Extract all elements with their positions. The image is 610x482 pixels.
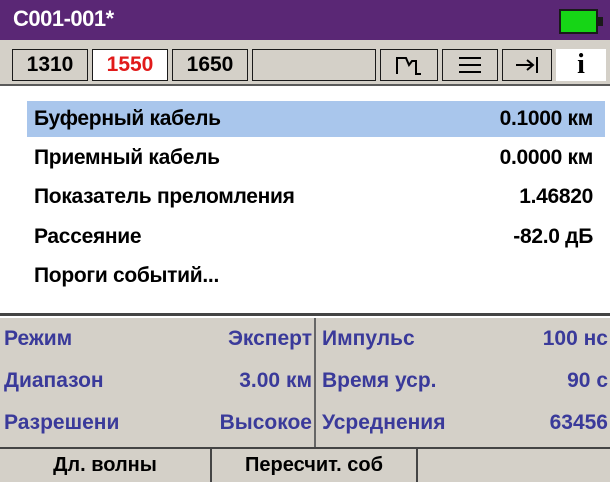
param-row-refraction-index[interactable]: Показатель преломления 1.46820 — [27, 179, 605, 215]
param-value: 0.1000 км — [499, 107, 594, 130]
info-left-column: Режим Эксперт Диапазон 3.00 км Разрешени… — [0, 318, 316, 447]
softkey-bar: Дл. волны Пересчит. соб — [0, 447, 610, 482]
tab-label: 1310 — [26, 53, 74, 76]
softkey-label: Дл. волны — [53, 454, 157, 476]
info-right-column: Импульс 100 нс Время уср. 90 с Усреднени… — [318, 318, 610, 447]
param-label: Показатель преломления — [34, 185, 295, 208]
param-row-receive-cable[interactable]: Приемный кабель 0.0000 км — [27, 140, 605, 176]
tab-1310[interactable]: 1310 — [12, 49, 88, 81]
info-row-pulse: Импульс 100 нс — [322, 321, 608, 357]
param-row-backscatter[interactable]: Рассеяние -82.0 дБ — [27, 219, 605, 255]
info-value: Эксперт — [227, 327, 312, 350]
menu-button[interactable] — [442, 49, 498, 81]
arrow-to-bar-icon — [516, 57, 538, 73]
softkey-wavelength[interactable]: Дл. волны — [0, 449, 212, 482]
tab-1650[interactable]: 1650 — [172, 49, 248, 81]
info-key: Режим — [4, 327, 73, 350]
tab-bar: 1310 1550 1650 i — [0, 40, 610, 86]
jump-to-end-button[interactable] — [502, 49, 552, 81]
info-key: Усреднения — [322, 411, 446, 434]
info-key: Импульс — [322, 327, 415, 350]
info-key: Диапазон — [4, 369, 104, 392]
softkey-empty[interactable] — [418, 449, 610, 482]
softkey-label: Пересчит. соб — [245, 454, 383, 476]
info-button[interactable]: i — [556, 49, 606, 81]
param-value: 1.46820 — [519, 185, 593, 208]
info-row-resolution: Разрешени Высокое — [4, 405, 312, 441]
battery-icon — [559, 9, 603, 34]
info-value: 100 нс — [542, 327, 608, 350]
acquisition-info-panel: Режим Эксперт Диапазон 3.00 км Разрешени… — [0, 318, 610, 447]
info-key: Разрешени — [4, 411, 120, 434]
info-value: 3.00 км — [239, 369, 312, 392]
softkey-recalculate-events[interactable]: Пересчит. соб — [212, 449, 418, 482]
tab-label: 1550 — [106, 53, 154, 76]
trace-marker-button[interactable] — [380, 49, 438, 81]
info-row-averaging-time: Время уср. 90 с — [322, 363, 608, 399]
info-row-averages: Усреднения 63456 — [322, 405, 608, 441]
info-value: 63456 — [549, 411, 608, 434]
parameter-list: Буферный кабель 0.1000 км Приемный кабел… — [0, 88, 610, 316]
param-value: -82.0 дБ — [513, 225, 593, 248]
param-value: 0.0000 км — [499, 146, 594, 169]
info-row-mode: Режим Эксперт — [4, 321, 312, 357]
tab-label: 1650 — [186, 53, 234, 76]
menu-lines-icon — [459, 57, 481, 73]
param-label: Буферный кабель — [34, 107, 221, 130]
info-row-range: Диапазон 3.00 км — [4, 363, 312, 399]
param-label: Рассеяние — [34, 225, 142, 248]
param-label: Приемный кабель — [34, 146, 220, 169]
info-value: Высокое — [219, 411, 312, 434]
info-value: 90 с — [567, 369, 608, 392]
param-label: Пороги событий... — [34, 264, 219, 287]
param-row-event-thresholds[interactable]: Пороги событий... — [27, 258, 605, 294]
info-key: Время уср. — [322, 369, 437, 392]
info-icon: i — [577, 49, 585, 80]
param-row-buffer-cable[interactable]: Буферный кабель 0.1000 км — [27, 101, 605, 137]
trace-marker-icon — [396, 57, 421, 75]
window-title: C001-001* — [13, 6, 114, 31]
tab-1550[interactable]: 1550 — [92, 49, 168, 81]
title-bar: C001-001* — [0, 0, 610, 40]
tab-empty — [252, 49, 376, 81]
